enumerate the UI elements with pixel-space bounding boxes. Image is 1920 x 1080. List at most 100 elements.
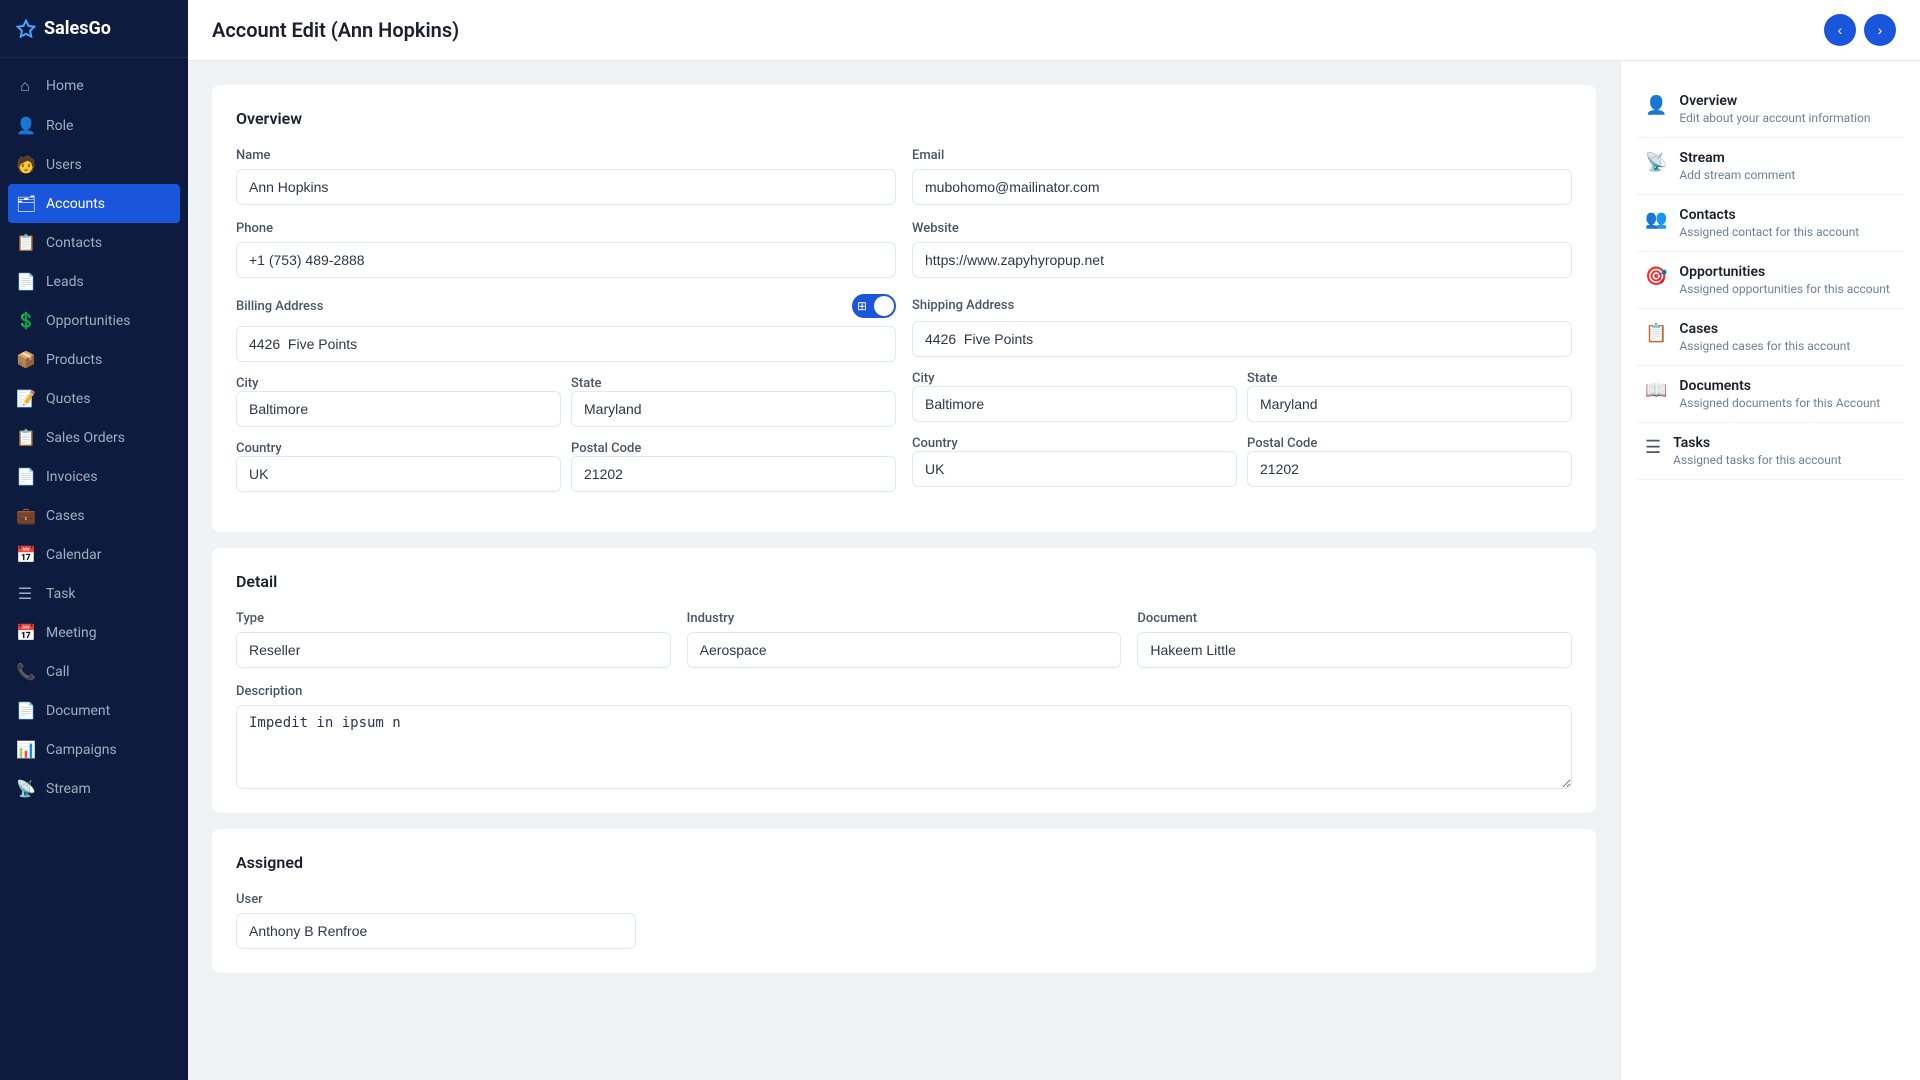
stream-right-icon: 📡: [1645, 152, 1667, 173]
description-textarea[interactable]: [236, 705, 1572, 789]
tasks-right-icon: ☰: [1645, 437, 1661, 458]
opportunities-right-icon: 🎯: [1645, 266, 1667, 287]
shipping-city-label: City: [912, 371, 935, 386]
sidebar-item-cases[interactable]: 💼 Cases: [0, 496, 188, 535]
overview-right-icon: 👤: [1645, 95, 1667, 116]
right-nav-tasks[interactable]: ☰ Tasks Assigned tasks for this account: [1637, 423, 1904, 480]
right-nav-contacts[interactable]: 👥 Contacts Assigned contact for this acc…: [1637, 195, 1904, 252]
sidebar-label-stream: Stream: [46, 781, 91, 797]
sidebar-item-sales-orders[interactable]: 📋 Sales Orders: [0, 418, 188, 457]
shipping-city-input[interactable]: [912, 386, 1237, 422]
billing-city-input[interactable]: [236, 391, 561, 427]
shipping-address-section: Shipping Address City State: [912, 294, 1572, 492]
website-label: Website: [912, 221, 1572, 236]
sidebar-label-cases: Cases: [46, 508, 85, 524]
right-nav-opportunities[interactable]: 🎯 Opportunities Assigned opportunities f…: [1637, 252, 1904, 309]
next-button[interactable]: ›: [1864, 14, 1896, 46]
shipping-address-input[interactable]: [912, 321, 1572, 357]
sidebar-item-calendar[interactable]: 📅 Calendar: [0, 535, 188, 574]
billing-address-label: Billing Address: [236, 299, 323, 314]
top-bar: Account Edit (Ann Hopkins) ‹ ›: [188, 0, 1920, 61]
email-input[interactable]: [912, 169, 1572, 205]
right-nav-title-tasks: Tasks: [1673, 435, 1841, 451]
meeting-icon: 📅: [16, 623, 34, 642]
users-icon: 🧑: [16, 155, 34, 174]
phone-input[interactable]: [236, 242, 896, 278]
sidebar-item-quotes[interactable]: 📝 Quotes: [0, 379, 188, 418]
shipping-state-input[interactable]: [1247, 386, 1572, 422]
sidebar-label-call: Call: [46, 664, 70, 680]
invoices-icon: 📄: [16, 467, 34, 486]
leads-icon: 📄: [16, 272, 34, 291]
detail-title: Detail: [236, 572, 1572, 591]
sidebar-item-call[interactable]: 📞 Call: [0, 652, 188, 691]
task-icon: ☰: [16, 584, 34, 603]
billing-state-input[interactable]: [571, 391, 896, 427]
sidebar-item-leads[interactable]: 📄 Leads: [0, 262, 188, 301]
right-nav-overview[interactable]: 👤 Overview Edit about your account infor…: [1637, 81, 1904, 138]
sidebar-item-contacts[interactable]: 📋 Contacts: [0, 223, 188, 262]
assigned-title: Assigned: [236, 853, 1572, 872]
call-icon: 📞: [16, 662, 34, 681]
sidebar-label-document: Document: [46, 703, 110, 719]
sidebar-item-users[interactable]: 🧑 Users: [0, 145, 188, 184]
shipping-postal-input[interactable]: [1247, 451, 1572, 487]
contacts-icon: 📋: [16, 233, 34, 252]
nav-arrows: ‹ ›: [1824, 14, 1896, 46]
sidebar-label-calendar: Calendar: [46, 547, 102, 563]
right-nav-sub-opportunities: Assigned opportunities for this account: [1679, 282, 1889, 296]
sidebar-item-opportunities[interactable]: 💲 Opportunities: [0, 301, 188, 340]
sidebar-item-stream[interactable]: 📡 Stream: [0, 769, 188, 808]
sidebar-item-invoices[interactable]: 📄 Invoices: [0, 457, 188, 496]
billing-country-input[interactable]: [236, 456, 561, 492]
sidebar-label-opportunities: Opportunities: [46, 313, 131, 329]
sidebar-item-campaigns[interactable]: 📊 Campaigns: [0, 730, 188, 769]
right-nav-sub-documents: Assigned documents for this Account: [1679, 396, 1880, 410]
role-icon: 👤: [16, 116, 34, 135]
logo: SalesGo: [0, 0, 188, 58]
prev-button[interactable]: ‹: [1824, 14, 1856, 46]
right-nav-title-cases: Cases: [1679, 321, 1850, 337]
user-input[interactable]: [236, 913, 636, 949]
sidebar-item-meeting[interactable]: 📅 Meeting: [0, 613, 188, 652]
billing-address-input[interactable]: [236, 326, 896, 362]
sidebar-label-quotes: Quotes: [46, 391, 91, 407]
document-label: Document: [1137, 611, 1572, 626]
billing-state-label: State: [571, 376, 602, 391]
address-toggle[interactable]: ⊞: [852, 294, 896, 318]
sidebar-nav: ⌂ Home👤 Role🧑 Users🗂 Accounts📋 Contacts📄…: [0, 58, 188, 1080]
name-label: Name: [236, 148, 896, 163]
shipping-address-label: Shipping Address: [912, 298, 1014, 313]
shipping-country-label: Country: [912, 436, 958, 451]
sidebar-item-role[interactable]: 👤 Role: [0, 106, 188, 145]
right-nav-documents[interactable]: 📖 Documents Assigned documents for this …: [1637, 366, 1904, 423]
right-nav-title-opportunities: Opportunities: [1679, 264, 1889, 280]
sidebar-item-accounts[interactable]: 🗂 Accounts: [8, 184, 180, 223]
sidebar-item-task[interactable]: ☰ Task: [0, 574, 188, 613]
sidebar-item-home[interactable]: ⌂ Home: [0, 66, 188, 106]
accounts-icon: 🗂: [16, 194, 34, 213]
right-nav-sub-cases: Assigned cases for this account: [1679, 339, 1850, 353]
phone-label: Phone: [236, 221, 896, 236]
right-sidebar: 👤 Overview Edit about your account infor…: [1620, 61, 1920, 1080]
billing-city-label: City: [236, 376, 259, 391]
right-nav-cases[interactable]: 📋 Cases Assigned cases for this account: [1637, 309, 1904, 366]
calendar-icon: 📅: [16, 545, 34, 564]
shipping-country-input[interactable]: [912, 451, 1237, 487]
right-nav-stream[interactable]: 📡 Stream Add stream comment: [1637, 138, 1904, 195]
address-section: Billing Address ⊞ City: [236, 294, 1572, 492]
website-input[interactable]: [912, 242, 1572, 278]
type-input[interactable]: [236, 632, 671, 668]
opportunities-icon: 💲: [16, 311, 34, 330]
sidebar-item-document[interactable]: 📄 Document: [0, 691, 188, 730]
billing-postal-input[interactable]: [571, 456, 896, 492]
sidebar-label-campaigns: Campaigns: [46, 742, 117, 758]
sidebar-item-products[interactable]: 📦 Products: [0, 340, 188, 379]
right-nav-title-documents: Documents: [1679, 378, 1880, 394]
industry-input[interactable]: [687, 632, 1122, 668]
description-label: Description: [236, 684, 1572, 699]
right-nav-sub-contacts: Assigned contact for this account: [1679, 225, 1859, 239]
sidebar-label-home: Home: [46, 78, 84, 94]
name-input[interactable]: [236, 169, 896, 205]
document-input[interactable]: [1137, 632, 1572, 668]
